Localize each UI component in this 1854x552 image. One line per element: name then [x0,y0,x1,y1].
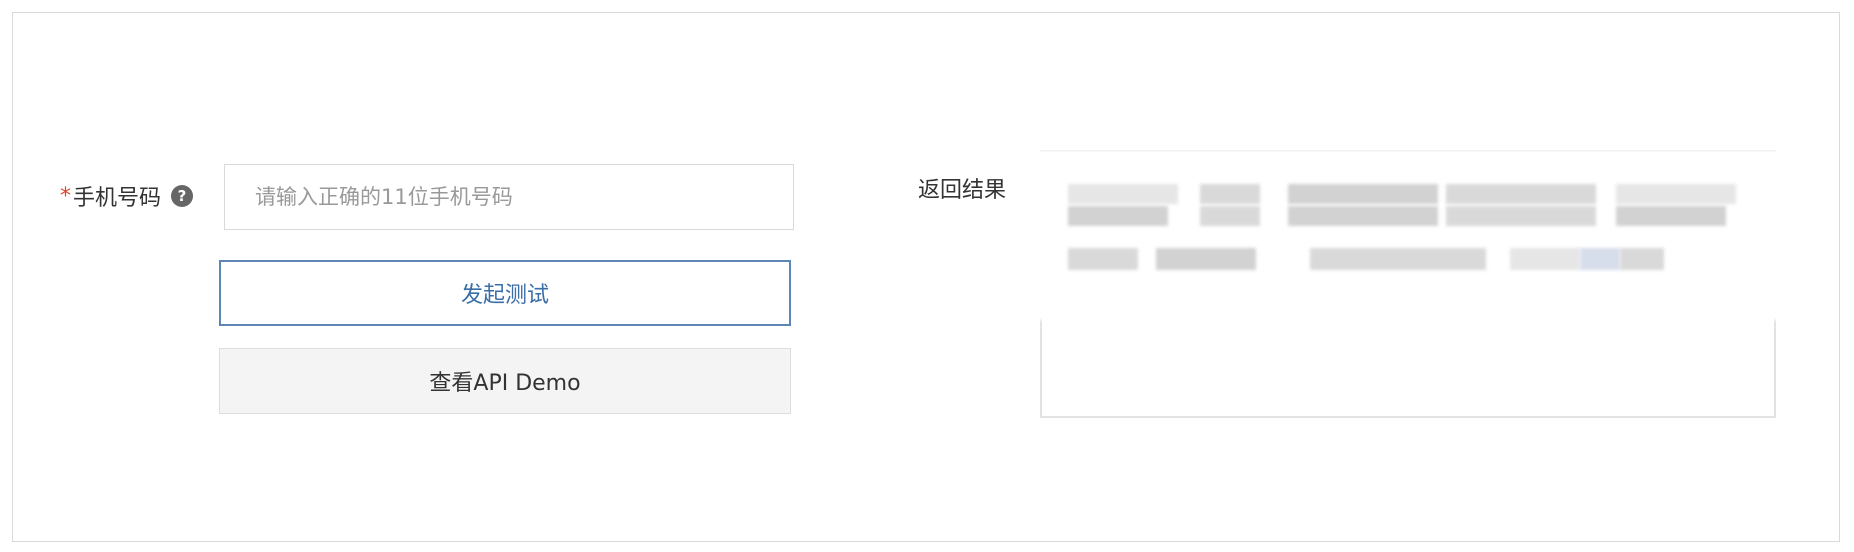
result-obscured-overlay [1030,150,1790,320]
phone-field-label: * 手机号码 ? [60,180,194,212]
result-label: 返回结果 [918,178,1007,203]
start-test-button[interactable]: 发起测试 [219,260,791,326]
required-asterisk: * [60,183,71,209]
phone-label-text: 手机号码 [73,186,162,211]
view-api-demo-button[interactable]: 查看API Demo [219,348,791,414]
help-question-icon[interactable]: ? [171,185,194,207]
phone-number-input[interactable] [224,164,794,230]
